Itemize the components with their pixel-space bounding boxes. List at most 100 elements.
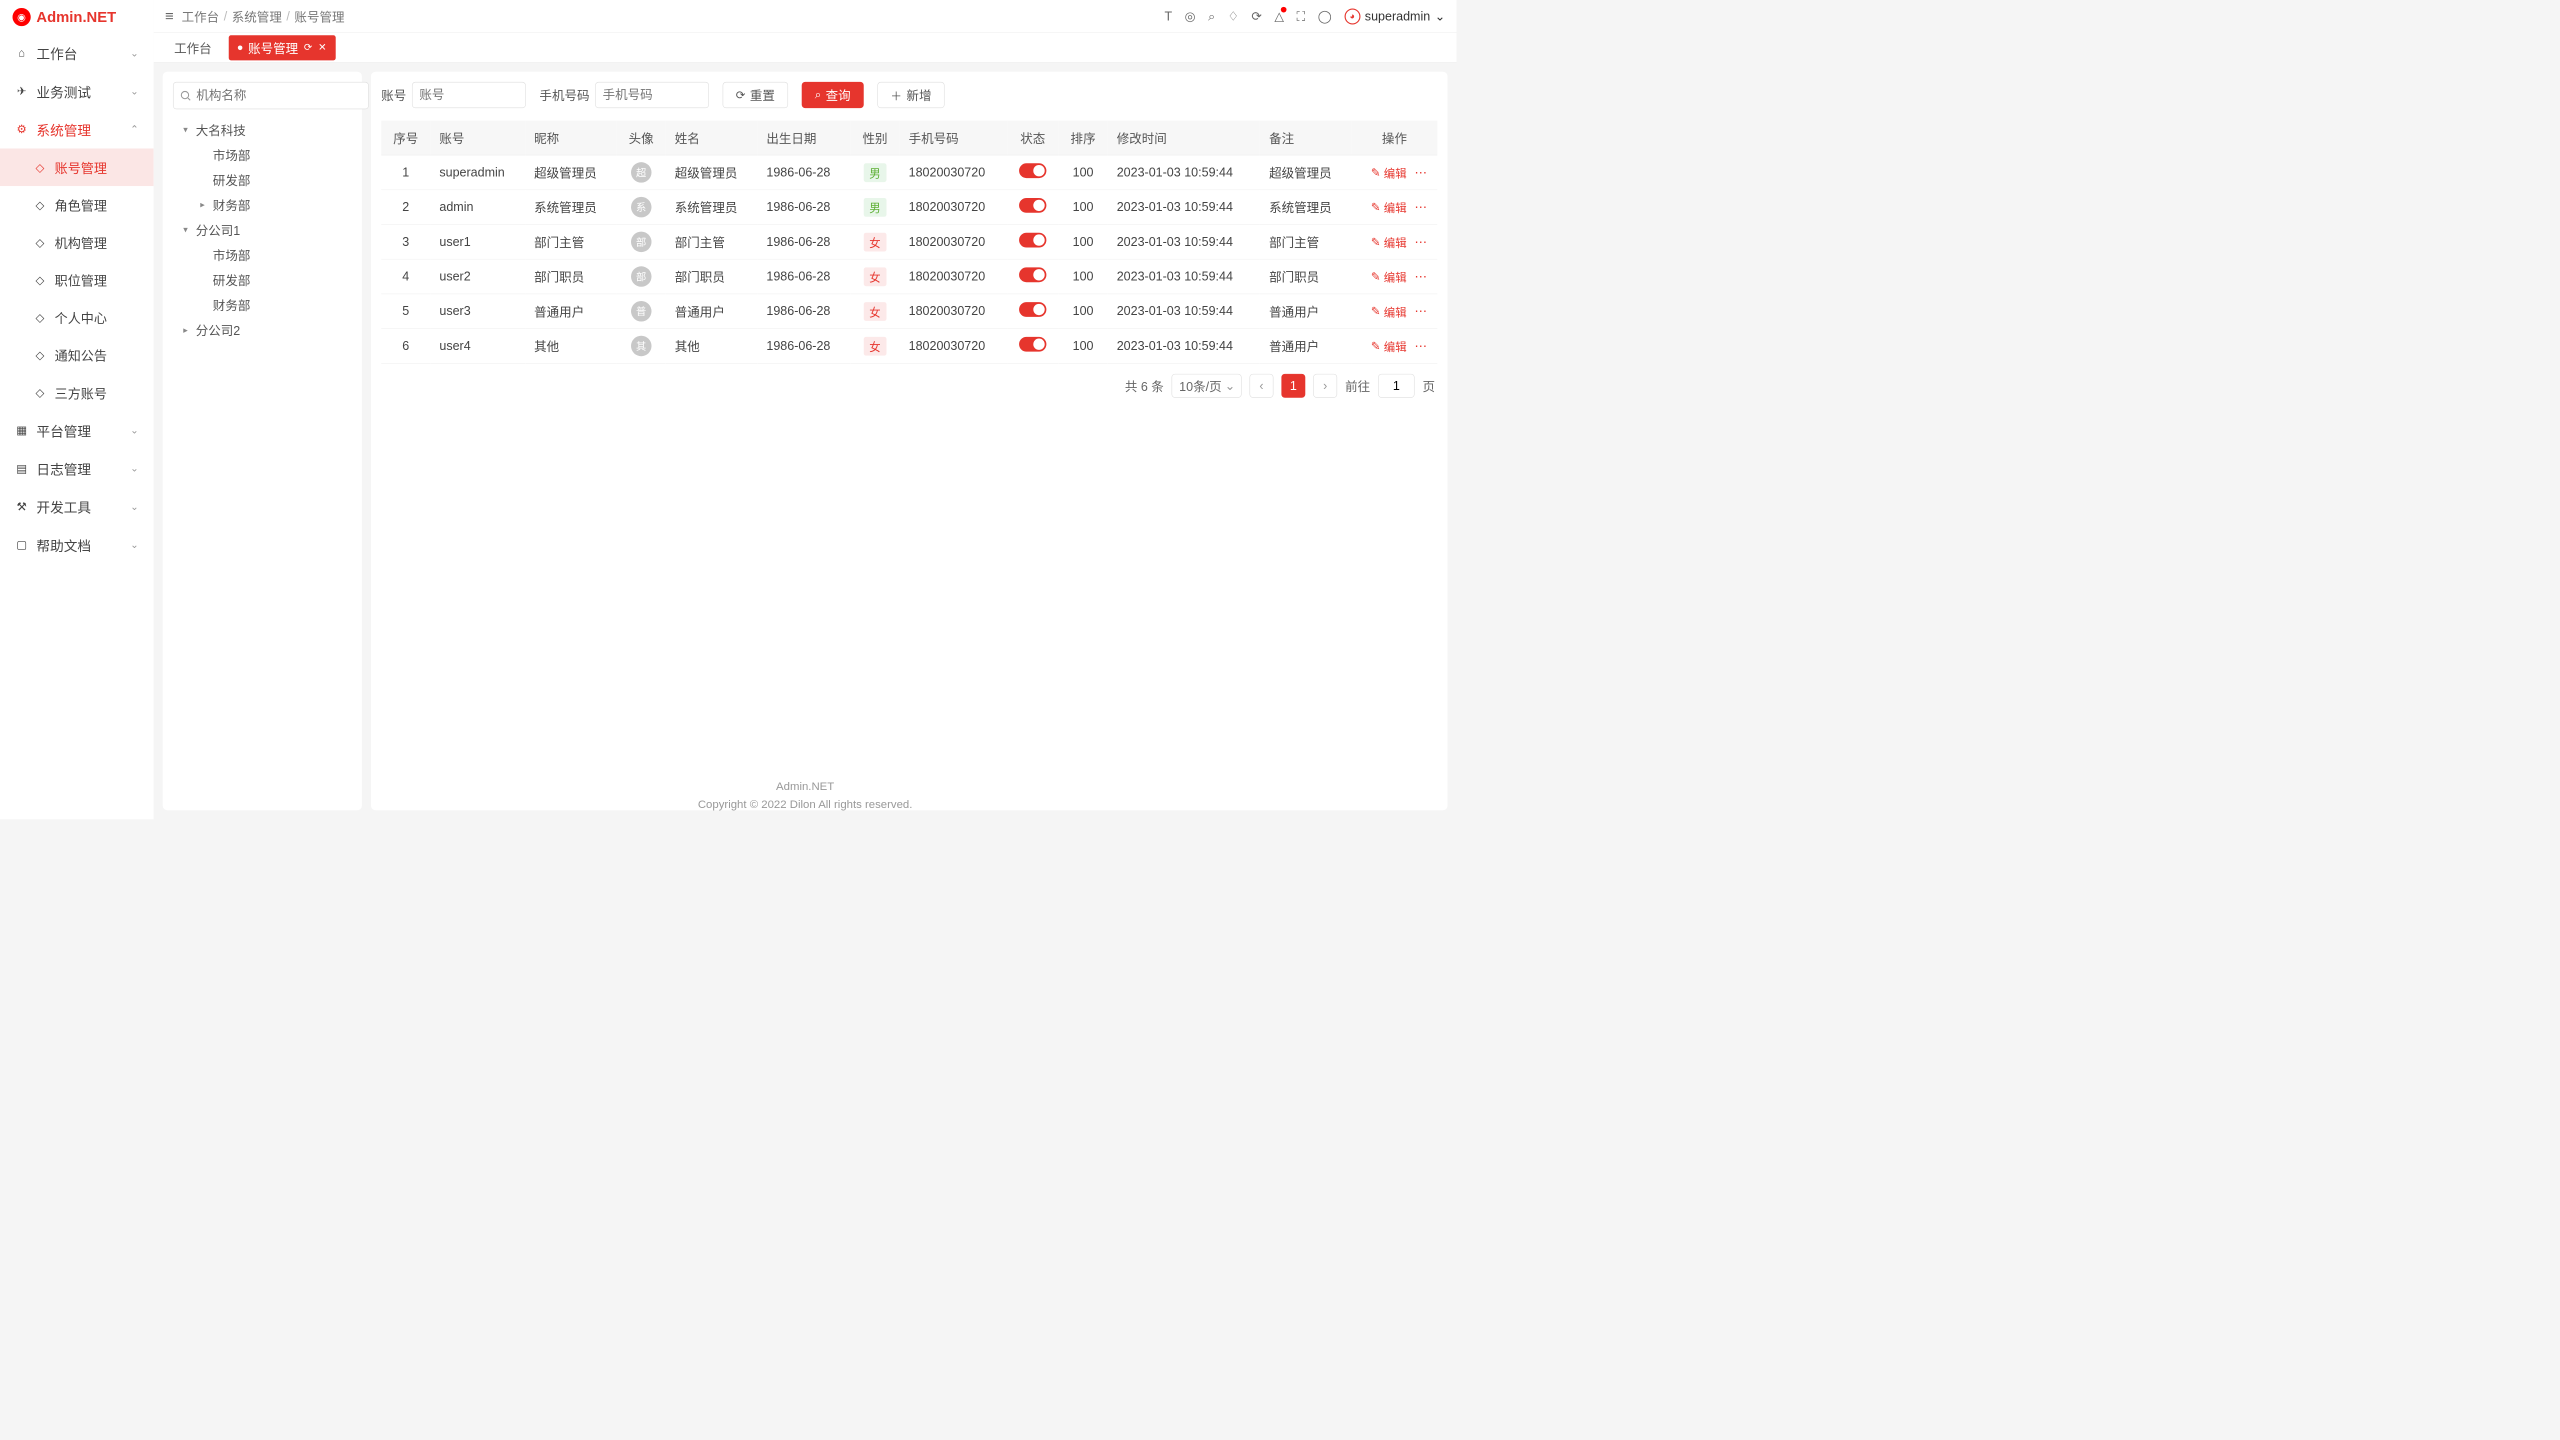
row-more-button[interactable]: ⋯ xyxy=(1415,200,1429,215)
row-more-button[interactable]: ⋯ xyxy=(1415,234,1429,249)
menu-icon: ⚒ xyxy=(15,500,29,514)
chevron-down-icon: ⌄ xyxy=(1435,9,1445,24)
avatar-icon: 超 xyxy=(631,162,651,182)
account-input[interactable] xyxy=(412,82,526,108)
edit-button[interactable]: ✎编辑 xyxy=(1371,199,1407,216)
topbar: ≡ 工作台/系统管理/账号管理 T ◎ ⌕ ♢ ⟳ △ ⛶ ◯ ◕ supera… xyxy=(154,0,1457,33)
refresh-icon[interactable]: ⟳ xyxy=(1251,9,1261,24)
breadcrumb-item[interactable]: 工作台 xyxy=(182,7,220,25)
gender-tag: 男 xyxy=(864,163,887,182)
sidebar-item-平台管理[interactable]: ▦平台管理⌄ xyxy=(0,411,154,449)
caret-icon: ▾ xyxy=(183,124,192,135)
target-icon[interactable]: ◎ xyxy=(1185,9,1196,24)
avatar-icon: 部 xyxy=(631,232,651,252)
fullscreen-icon[interactable]: ⛶ xyxy=(1297,9,1306,24)
org-search-input[interactable] xyxy=(173,82,369,109)
add-button[interactable]: ＋新增 xyxy=(877,82,944,108)
search-icon: ⌕ xyxy=(815,88,821,101)
caret-icon: ▾ xyxy=(183,224,192,235)
edit-button[interactable]: ✎编辑 xyxy=(1371,338,1407,355)
tree-node[interactable]: 财务部 xyxy=(173,292,352,317)
avatar-icon: ◕ xyxy=(1344,8,1360,24)
chevron-icon: ⌄ xyxy=(130,539,139,551)
query-button[interactable]: ⌕查询 xyxy=(802,82,864,108)
row-more-button[interactable]: ⋯ xyxy=(1415,269,1429,284)
goto-input[interactable] xyxy=(1378,374,1414,398)
sidebar-item-业务测试[interactable]: ✈业务测试⌄ xyxy=(0,72,154,110)
chevron-icon: ⌃ xyxy=(130,123,139,135)
tree-node[interactable]: ▾分公司1 xyxy=(173,217,352,242)
breadcrumb-item[interactable]: 账号管理 xyxy=(294,7,344,25)
page-size-select[interactable]: 10条/页 ⌄ xyxy=(1172,374,1242,398)
menu-icon: ✈ xyxy=(15,84,29,98)
plus-icon: ＋ xyxy=(891,87,902,104)
status-switch[interactable] xyxy=(1019,302,1046,317)
menu-icon: ◇ xyxy=(33,198,47,212)
tab-账号管理[interactable]: 账号管理⟳✕ xyxy=(229,35,336,60)
sidebar-subitem-账号管理[interactable]: ◇账号管理 xyxy=(0,149,154,187)
search-icon[interactable]: ⌕ xyxy=(1208,9,1215,24)
status-switch[interactable] xyxy=(1019,267,1046,282)
status-switch[interactable] xyxy=(1019,233,1046,248)
sidebar-subitem-通知公告[interactable]: ◇通知公告 xyxy=(0,336,154,374)
sidebar-subitem-职位管理[interactable]: ◇职位管理 xyxy=(0,261,154,299)
phone-label: 手机号码 xyxy=(539,86,589,104)
edit-icon: ✎ xyxy=(1371,235,1381,249)
breadcrumb-item[interactable]: 系统管理 xyxy=(232,7,282,25)
tree-node[interactable]: ▸分公司2 xyxy=(173,318,352,343)
edit-icon: ✎ xyxy=(1371,339,1381,353)
table-row: 6user4其他其其他1986-06-28女180200307201002023… xyxy=(381,329,1437,364)
sidebar-subitem-角色管理[interactable]: ◇角色管理 xyxy=(0,186,154,224)
page-1-button[interactable]: 1 xyxy=(1281,374,1305,398)
bell-icon[interactable]: △ xyxy=(1274,9,1284,24)
sidebar-subitem-三方账号[interactable]: ◇三方账号 xyxy=(0,374,154,412)
user-menu[interactable]: ◕ superadmin ⌄ xyxy=(1344,8,1445,24)
sidebar-subitem-机构管理[interactable]: ◇机构管理 xyxy=(0,224,154,262)
text-size-icon[interactable]: T xyxy=(1164,9,1172,24)
sidebar-item-帮助文档[interactable]: ▢帮助文档⌄ xyxy=(0,526,154,564)
phone-input[interactable] xyxy=(595,82,709,108)
sidebar-item-日志管理[interactable]: ▤日志管理⌄ xyxy=(0,450,154,488)
goto-unit: 页 xyxy=(1422,377,1435,395)
tree-node[interactable]: ▾大名科技 xyxy=(173,117,352,142)
edit-button[interactable]: ✎编辑 xyxy=(1371,164,1407,181)
reset-button[interactable]: ⟳重置 xyxy=(723,82,788,108)
prev-page-button[interactable]: ‹ xyxy=(1250,374,1274,398)
reload-icon[interactable]: ⟳ xyxy=(304,42,313,54)
col-修改时间: 修改时间 xyxy=(1108,121,1260,155)
sidebar-item-系统管理[interactable]: ⚙系统管理⌃ xyxy=(0,110,154,148)
gender-tag: 女 xyxy=(864,232,887,251)
sidebar-item-工作台[interactable]: ⌂工作台⌄ xyxy=(0,34,154,72)
next-page-button[interactable]: › xyxy=(1313,374,1337,398)
tree-node[interactable]: 研发部 xyxy=(173,167,352,192)
row-more-button[interactable]: ⋯ xyxy=(1415,339,1429,354)
shirt-icon[interactable]: ♢ xyxy=(1228,9,1239,24)
edit-icon: ✎ xyxy=(1371,200,1381,214)
sidebar-item-开发工具[interactable]: ⚒开发工具⌄ xyxy=(0,488,154,526)
avatar-icon: 其 xyxy=(631,336,651,356)
status-switch[interactable] xyxy=(1019,337,1046,352)
status-switch[interactable] xyxy=(1019,163,1046,178)
tree-node[interactable]: 市场部 xyxy=(173,242,352,267)
menu-icon: ◇ xyxy=(33,348,47,362)
tree-node[interactable]: 研发部 xyxy=(173,267,352,292)
row-more-button[interactable]: ⋯ xyxy=(1415,304,1429,319)
chevron-icon: ⌄ xyxy=(130,85,139,97)
edit-button[interactable]: ✎编辑 xyxy=(1371,303,1407,320)
table-row: 2admin系统管理员系系统管理员1986-06-28男180200307201… xyxy=(381,190,1437,225)
close-icon[interactable]: ✕ xyxy=(318,42,327,54)
profile-icon[interactable]: ◯ xyxy=(1318,9,1332,24)
hamburger-icon[interactable]: ≡ xyxy=(165,7,174,25)
tree-node[interactable]: 市场部 xyxy=(173,142,352,167)
edit-button[interactable]: ✎编辑 xyxy=(1371,234,1407,251)
edit-button[interactable]: ✎编辑 xyxy=(1371,268,1407,285)
menu-icon: ◇ xyxy=(33,273,47,287)
logo[interactable]: ◉ Admin.NET xyxy=(0,0,154,34)
menu-icon: ⌂ xyxy=(15,46,29,60)
tree-node[interactable]: ▸财务部 xyxy=(173,192,352,217)
tab-工作台[interactable]: 工作台 xyxy=(165,35,221,60)
status-switch[interactable] xyxy=(1019,198,1046,213)
row-more-button[interactable]: ⋯ xyxy=(1415,165,1429,180)
col-性别: 性别 xyxy=(850,121,899,155)
sidebar-subitem-个人中心[interactable]: ◇个人中心 xyxy=(0,299,154,337)
